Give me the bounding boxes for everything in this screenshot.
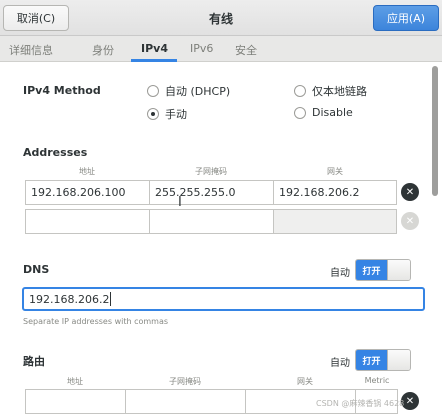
dns-label: DNS [23, 263, 50, 276]
radio-selected-icon [147, 108, 159, 120]
radio-dhcp[interactable]: 自动 (DHCP) [147, 83, 230, 99]
text-caret [110, 292, 112, 306]
route-address-input[interactable] [25, 389, 126, 414]
column-header-netmask: 子网掩码 [169, 377, 201, 386]
addresses-label: Addresses [23, 146, 88, 159]
scrollbar[interactable] [432, 66, 438, 196]
radio-label: 自动 (DHCP) [165, 85, 231, 98]
dns-value: 192.168.206.2 [29, 292, 110, 306]
tab-ipv6[interactable]: IPv6 [190, 42, 213, 55]
routes-auto-label: 自动 [330, 358, 350, 369]
apply-button[interactable]: 应用(A) [373, 5, 439, 31]
column-header-address: 地址 [67, 377, 83, 386]
toggle-on-label: 打开 [356, 260, 387, 280]
route-netmask-input[interactable] [125, 389, 246, 414]
dns-auto-toggle[interactable]: 打开 [355, 259, 411, 281]
gateway-input[interactable] [273, 209, 397, 234]
watermark: CSDN @麻辣香锅 4628 [316, 399, 405, 408]
dns-hint: Separate IP addresses with commas [23, 317, 169, 326]
header-bar: 取消(C) 有线 应用(A) [0, 0, 442, 36]
close-icon: ✕ [405, 186, 415, 198]
routes-label: 路由 [23, 355, 45, 368]
tab-bar: 详细信息 身份 IPv4 IPv6 安全 [0, 36, 442, 62]
dns-input[interactable]: 192.168.206.2 [22, 287, 425, 311]
radio-button-icon [294, 85, 306, 97]
text-cursor-icon: I [178, 195, 182, 210]
delete-address-button[interactable]: ✕ [401, 183, 419, 201]
toggle-knob [387, 260, 410, 280]
netmask-input[interactable]: 255.255.255.0 [149, 180, 274, 205]
column-header-netmask: 子网掩码 [195, 167, 227, 176]
column-header-gateway: 网关 [297, 377, 313, 386]
radio-button-icon [294, 106, 306, 119]
close-icon: ✕ [405, 215, 415, 227]
tab-identity[interactable]: 身份 [92, 42, 114, 58]
close-icon: ✕ [405, 395, 415, 407]
column-header-address: 地址 [79, 167, 95, 176]
address-input[interactable]: 192.168.206.100 [25, 180, 150, 205]
radio-manual[interactable]: 手动 [147, 106, 187, 122]
toggle-on-label: 打开 [356, 350, 387, 370]
routes-auto-toggle[interactable]: 打开 [355, 349, 411, 371]
tab-security[interactable]: 安全 [235, 42, 257, 58]
delete-address-button[interactable]: ✕ [401, 212, 419, 230]
toggle-knob [387, 350, 410, 370]
tab-details[interactable]: 详细信息 [9, 42, 53, 58]
radio-disable[interactable]: Disable [294, 106, 353, 119]
gateway-input[interactable]: 192.168.206.2 [273, 180, 397, 205]
ipv4-method-label: IPv4 Method [23, 84, 101, 97]
dns-auto-label: 自动 [330, 268, 350, 279]
radio-label: 仅本地链路 [312, 85, 367, 98]
column-header-gateway: 网关 [327, 167, 343, 176]
radio-link-local[interactable]: 仅本地链路 [294, 83, 367, 99]
address-input[interactable] [25, 209, 150, 234]
column-header-metric: Metric [364, 376, 390, 385]
active-tab-indicator [131, 59, 177, 62]
tab-ipv4[interactable]: IPv4 [141, 42, 168, 55]
radio-label: 手动 [165, 108, 187, 121]
netmask-input[interactable] [149, 209, 274, 234]
radio-label: Disable [312, 106, 353, 119]
radio-button-icon [147, 85, 159, 97]
